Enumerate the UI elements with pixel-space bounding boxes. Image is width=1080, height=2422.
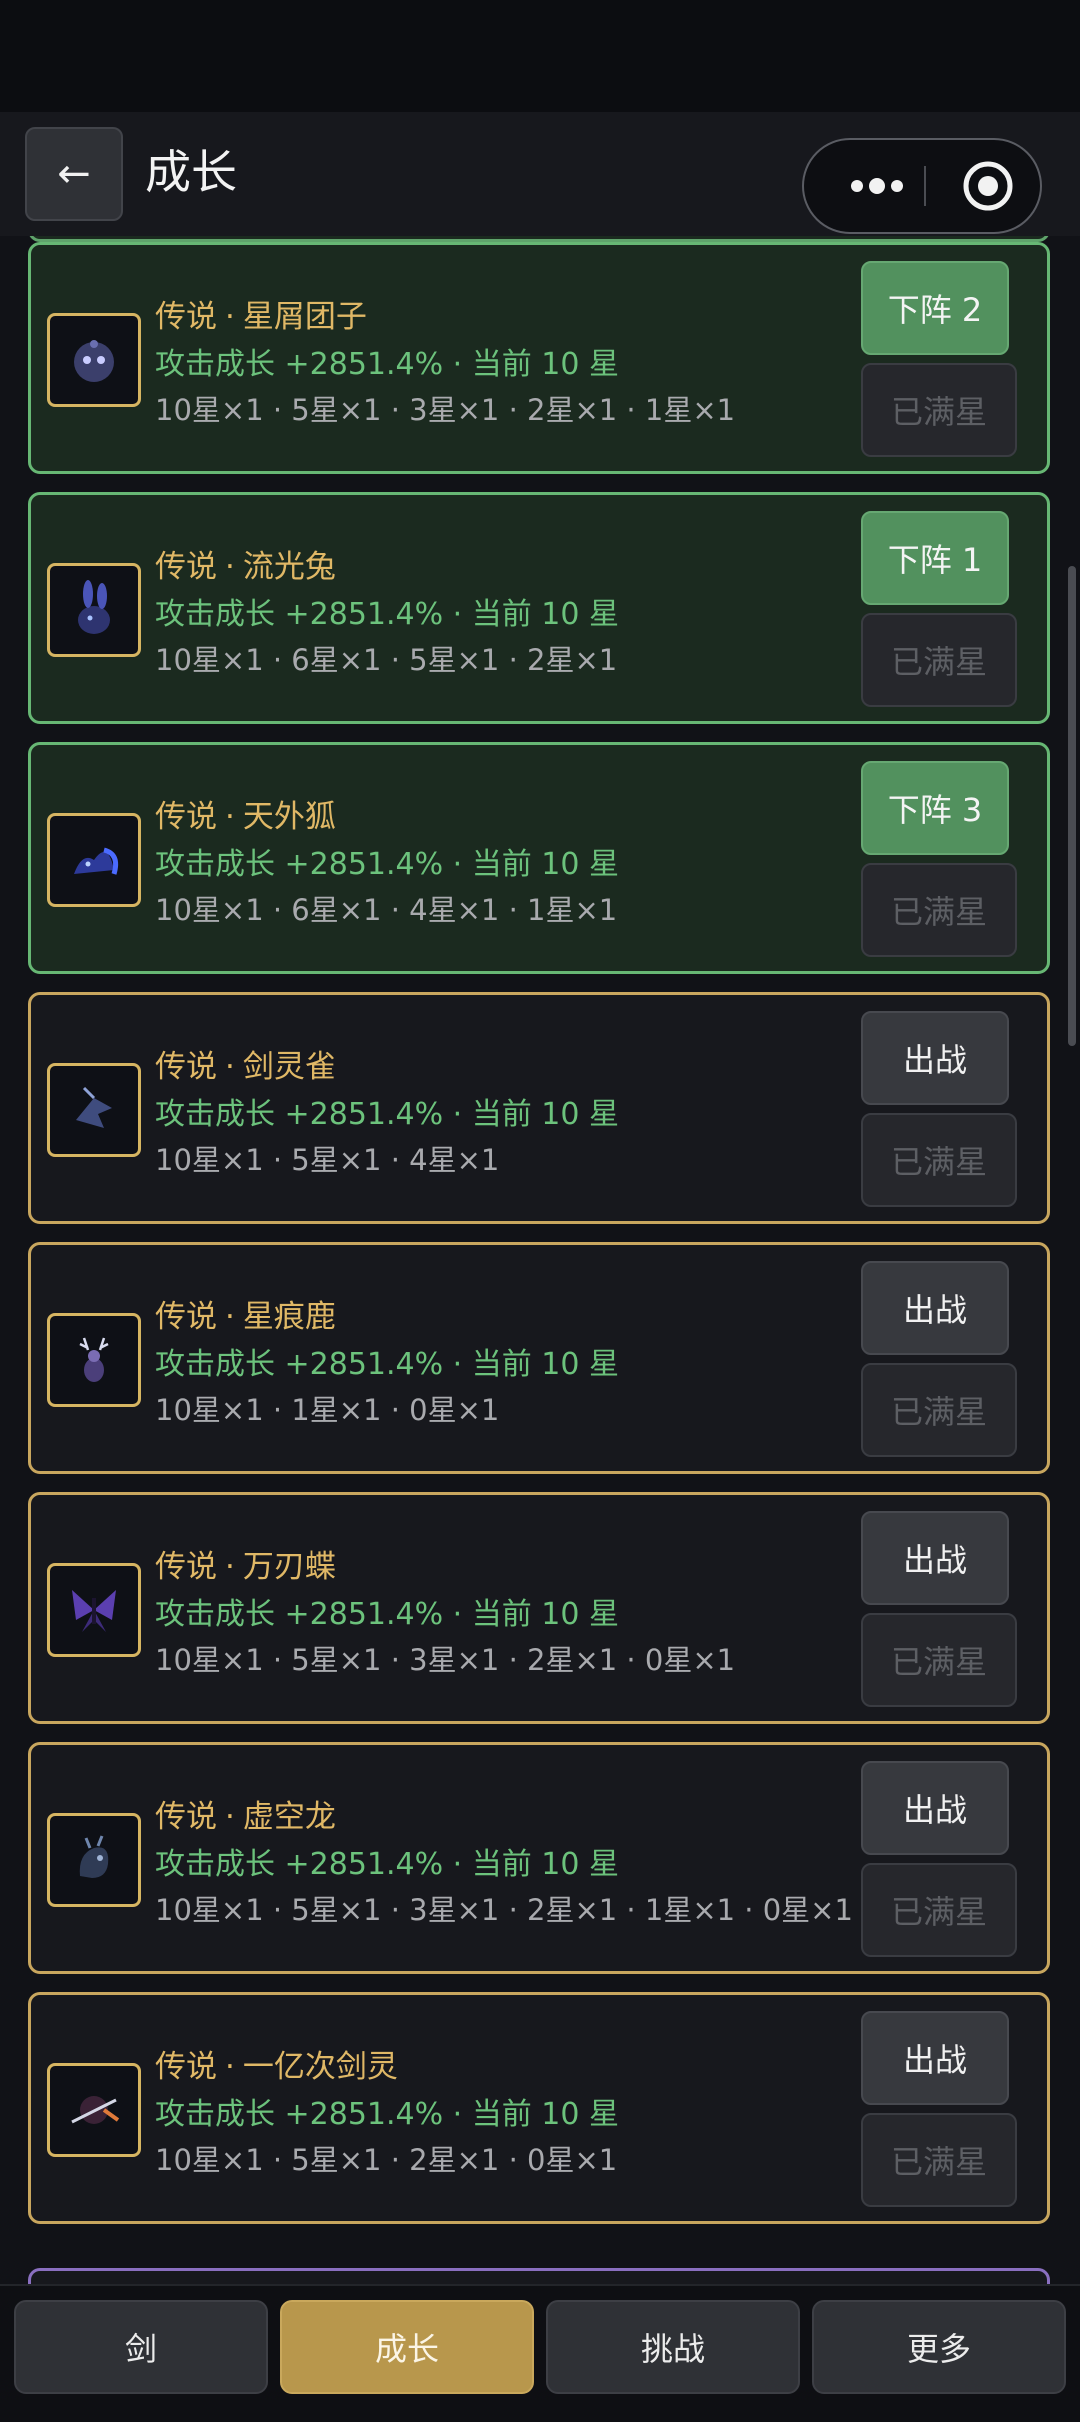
status-bar [0,0,1080,112]
pet-star-summary: 10星×1 · 6星×1 · 4星×1 · 1星×1 [155,893,618,927]
pet-name: 一亿次剑灵 [242,2049,398,2085]
pet-card: 传说 · 虚空龙 攻击成长 +2851.4% · 当前 10 星 10星×1 · 5… [28,1742,1050,1974]
pet-growth: 攻击成长 +2851.4% · 当前 10 星 [155,597,620,632]
round-creature-icon [47,313,141,407]
pet-growth: 攻击成长 +2851.4% · 当前 10 星 [155,1097,620,1132]
max-star-button[interactable]: 已满星 [861,863,1017,957]
deploy-button[interactable]: 出战 [861,1761,1009,1855]
bottom-tab-bar: 剑 成长 挑战 更多 [0,2284,1080,2422]
more-icon[interactable] [832,140,922,232]
rabbit-icon [47,563,141,657]
deploy-button[interactable]: 出战 [861,2011,1009,2105]
pet-card: 传说 · 剑灵雀 攻击成长 +2851.4% · 当前 10 星 10星×1 · 5… [28,992,1050,1224]
pet-rarity: 传说 [155,1299,217,1335]
pet-growth: 攻击成长 +2851.4% · 当前 10 星 [155,1597,620,1632]
capsule-divider [924,166,926,206]
pet-rarity: 传说 [155,1799,217,1835]
pet-star-summary: 10星×1 · 5星×1 · 3星×1 · 2星×1 · 1星×1 [155,393,736,427]
pet-star-summary: 10星×1 · 6星×1 · 5星×1 · 2星×1 [155,643,618,677]
tab-sword[interactable]: 剑 [14,2300,268,2394]
max-star-button[interactable]: 已满星 [861,1863,1017,1957]
tab-more[interactable]: 更多 [812,2300,1066,2394]
max-star-button[interactable]: 已满星 [861,363,1017,457]
pet-card: 传说 · 星痕鹿 攻击成长 +2851.4% · 当前 10 星 10星×1 · 1… [28,1242,1050,1474]
fox-icon [47,813,141,907]
max-star-button[interactable]: 已满星 [861,613,1017,707]
withdraw-button[interactable]: 下阵 1 [861,511,1009,605]
sparrow-icon [47,1063,141,1157]
pet-title: 传说 · 星痕鹿 [155,1299,336,1335]
pet-name: 星痕鹿 [242,1299,336,1335]
pet-rarity: 传说 [155,1049,217,1085]
page-title: 成长 [145,145,237,199]
deer-icon [47,1313,141,1407]
pet-name: 万刃蝶 [242,1549,336,1585]
pet-name: 天外狐 [242,799,336,835]
withdraw-button[interactable]: 下阵 2 [861,261,1009,355]
pet-name: 剑灵雀 [242,1049,336,1085]
pet-star-summary: 10星×1 · 1星×1 · 0星×1 [155,1393,500,1427]
pet-star-summary: 10星×1 · 5星×1 · 3星×1 · 2星×1 · 1星×1 · 0星×1 [155,1893,853,1927]
scrollbar[interactable] [1068,566,1076,1046]
pet-list[interactable]: 传说 · 星屑团子 攻击成长 +2851.4% · 当前 10 星 10星×1 · … [0,236,1080,2284]
max-star-button[interactable]: 已满星 [861,1613,1017,1707]
pet-growth: 攻击成长 +2851.4% · 当前 10 星 [155,847,620,882]
pet-card: 传说 · 天外狐 攻击成长 +2851.4% · 当前 10 星 10星×1 · 6… [28,742,1050,974]
pet-growth: 攻击成长 +2851.4% · 当前 10 星 [155,347,620,382]
pet-rarity: 传说 [155,2049,217,2085]
pet-growth: 攻击成长 +2851.4% · 当前 10 星 [155,2097,620,2132]
tab-growth[interactable]: 成长 [280,2300,534,2394]
dragon-icon [47,1813,141,1907]
back-arrow-icon: ← [57,151,91,197]
pet-name: 星屑团子 [242,299,367,335]
next-card-edge [28,2268,1050,2284]
pet-rarity: 传说 [155,799,217,835]
max-star-button[interactable]: 已满星 [861,2113,1017,2207]
withdraw-button[interactable]: 下阵 3 [861,761,1009,855]
pet-growth: 攻击成长 +2851.4% · 当前 10 星 [155,1347,620,1382]
header: ← 成长 [0,112,1080,236]
pet-card: 传说 · 流光兔 攻击成长 +2851.4% · 当前 10 星 10星×1 · 6… [28,492,1050,724]
pet-card: 传说 · 一亿次剑灵 攻击成长 +2851.4% · 当前 10 星 10星×1 ·… [28,1992,1050,2224]
pet-title: 传说 · 天外狐 [155,799,336,835]
pet-title: 传说 · 一亿次剑灵 [155,2049,398,2085]
back-button[interactable]: ← [25,127,123,221]
tab-challenge[interactable]: 挑战 [546,2300,800,2394]
pet-rarity: 传说 [155,549,217,585]
pet-star-summary: 10星×1 · 5星×1 · 4星×1 [155,1143,500,1177]
close-miniprogram-icon[interactable] [944,140,1032,232]
pet-title: 传说 · 剑灵雀 [155,1049,336,1085]
deploy-button[interactable]: 出战 [861,1261,1009,1355]
pet-title: 传说 · 虚空龙 [155,1799,336,1835]
butterfly-icon [47,1563,141,1657]
pet-rarity: 传说 [155,1549,217,1585]
miniprogram-capsule [802,138,1042,234]
pet-card: 传说 · 星屑团子 攻击成长 +2851.4% · 当前 10 星 10星×1 · … [28,242,1050,474]
pet-name: 流光兔 [242,549,336,585]
max-star-button[interactable]: 已满星 [861,1113,1017,1207]
pet-growth: 攻击成长 +2851.4% · 当前 10 星 [155,1847,620,1882]
pet-title: 传说 · 万刃蝶 [155,1549,336,1585]
max-star-button[interactable]: 已满星 [861,1363,1017,1457]
deploy-button[interactable]: 出战 [861,1011,1009,1105]
pet-star-summary: 10星×1 · 5星×1 · 2星×1 · 0星×1 [155,2143,618,2177]
pet-card: 传说 · 万刃蝶 攻击成长 +2851.4% · 当前 10 星 10星×1 · 5… [28,1492,1050,1724]
pet-title: 传说 · 流光兔 [155,549,336,585]
pet-name: 虚空龙 [242,1799,336,1835]
pet-star-summary: 10星×1 · 5星×1 · 3星×1 · 2星×1 · 0星×1 [155,1643,736,1677]
deploy-button[interactable]: 出战 [861,1511,1009,1605]
pet-rarity: 传说 [155,299,217,335]
pet-title: 传说 · 星屑团子 [155,299,367,335]
sword-spirit-icon [47,2063,141,2157]
